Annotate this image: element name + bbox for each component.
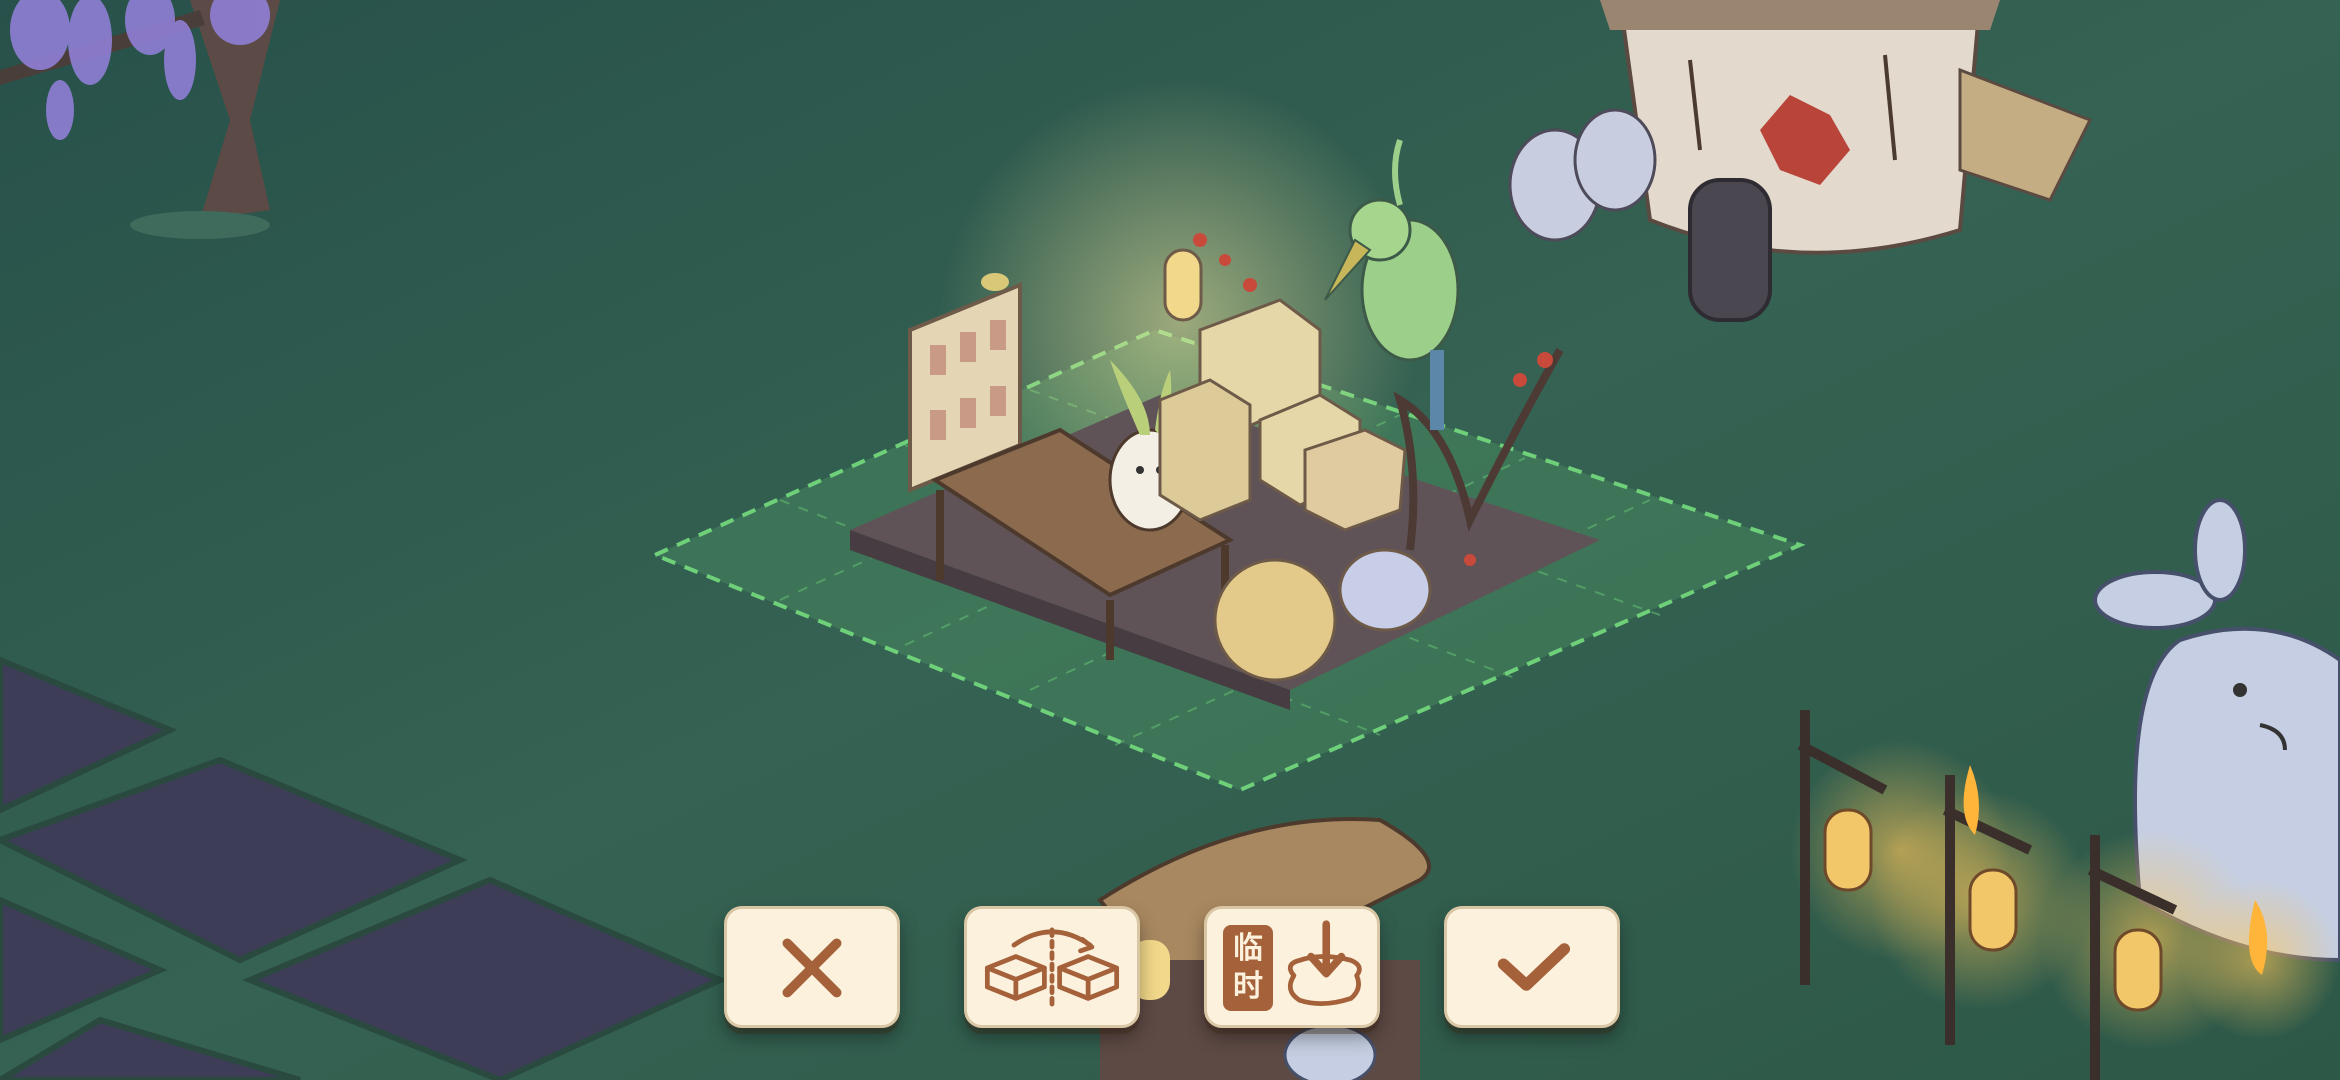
- flip-building-icon: [984, 927, 1120, 1011]
- game-screen: 临 时: [0, 0, 2340, 1080]
- checkmark-icon: [1497, 943, 1571, 991]
- close-x-icon: [782, 938, 842, 998]
- confirm-button[interactable]: [1444, 906, 1620, 1028]
- placement-toolbar: 临 时: [720, 906, 1620, 1030]
- rotate-building-button[interactable]: [964, 906, 1140, 1028]
- store-to-bag-icon: [1287, 920, 1362, 1006]
- cancel-button[interactable]: [724, 906, 900, 1028]
- temporary-storage-button[interactable]: 临 时: [1204, 906, 1380, 1028]
